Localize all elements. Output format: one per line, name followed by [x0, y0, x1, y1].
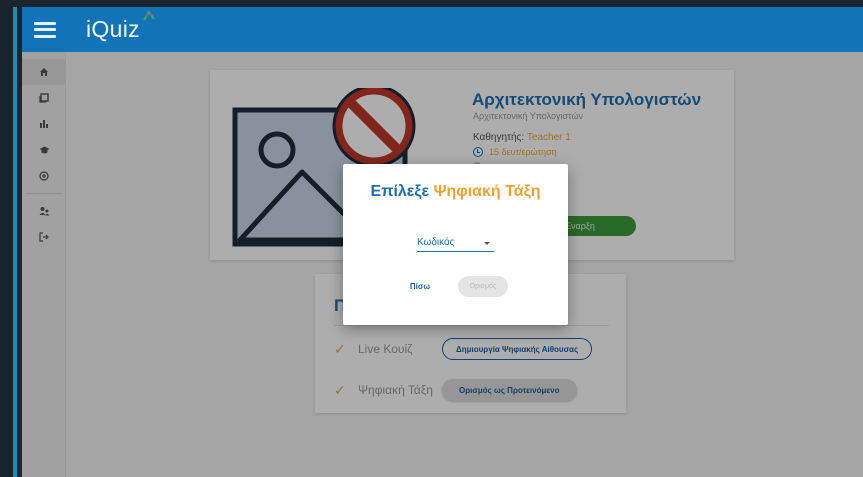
back-button[interactable]: Πίσω: [400, 276, 440, 296]
window-frame-left: [0, 0, 22, 477]
class-code-select[interactable]: Κωδικός: [417, 234, 494, 252]
dialog-title-part2: Ψηφιακή Τάξη: [433, 183, 541, 200]
select-class-dialog: Επίλεξε Ψηφιακή Τάξη Κωδικός Πίσω Ορισμό…: [343, 164, 568, 325]
top-bar: iQuiz: [22, 7, 863, 52]
chevron-down-icon: [484, 242, 490, 245]
app-logo-text: iQuiz: [86, 16, 140, 42]
logo-mark-icon: [143, 10, 155, 21]
set-button[interactable]: Ορισμός: [458, 276, 508, 297]
class-code-select-label: Κωδικός: [417, 237, 455, 248]
dialog-title-part1: Επίλεξε: [370, 183, 430, 200]
window-frame-top: [0, 0, 863, 7]
app-logo[interactable]: iQuiz: [86, 10, 155, 43]
menu-icon[interactable]: [34, 21, 56, 38]
dialog-title: Επίλεξε Ψηφιακή Τάξη: [343, 183, 568, 201]
